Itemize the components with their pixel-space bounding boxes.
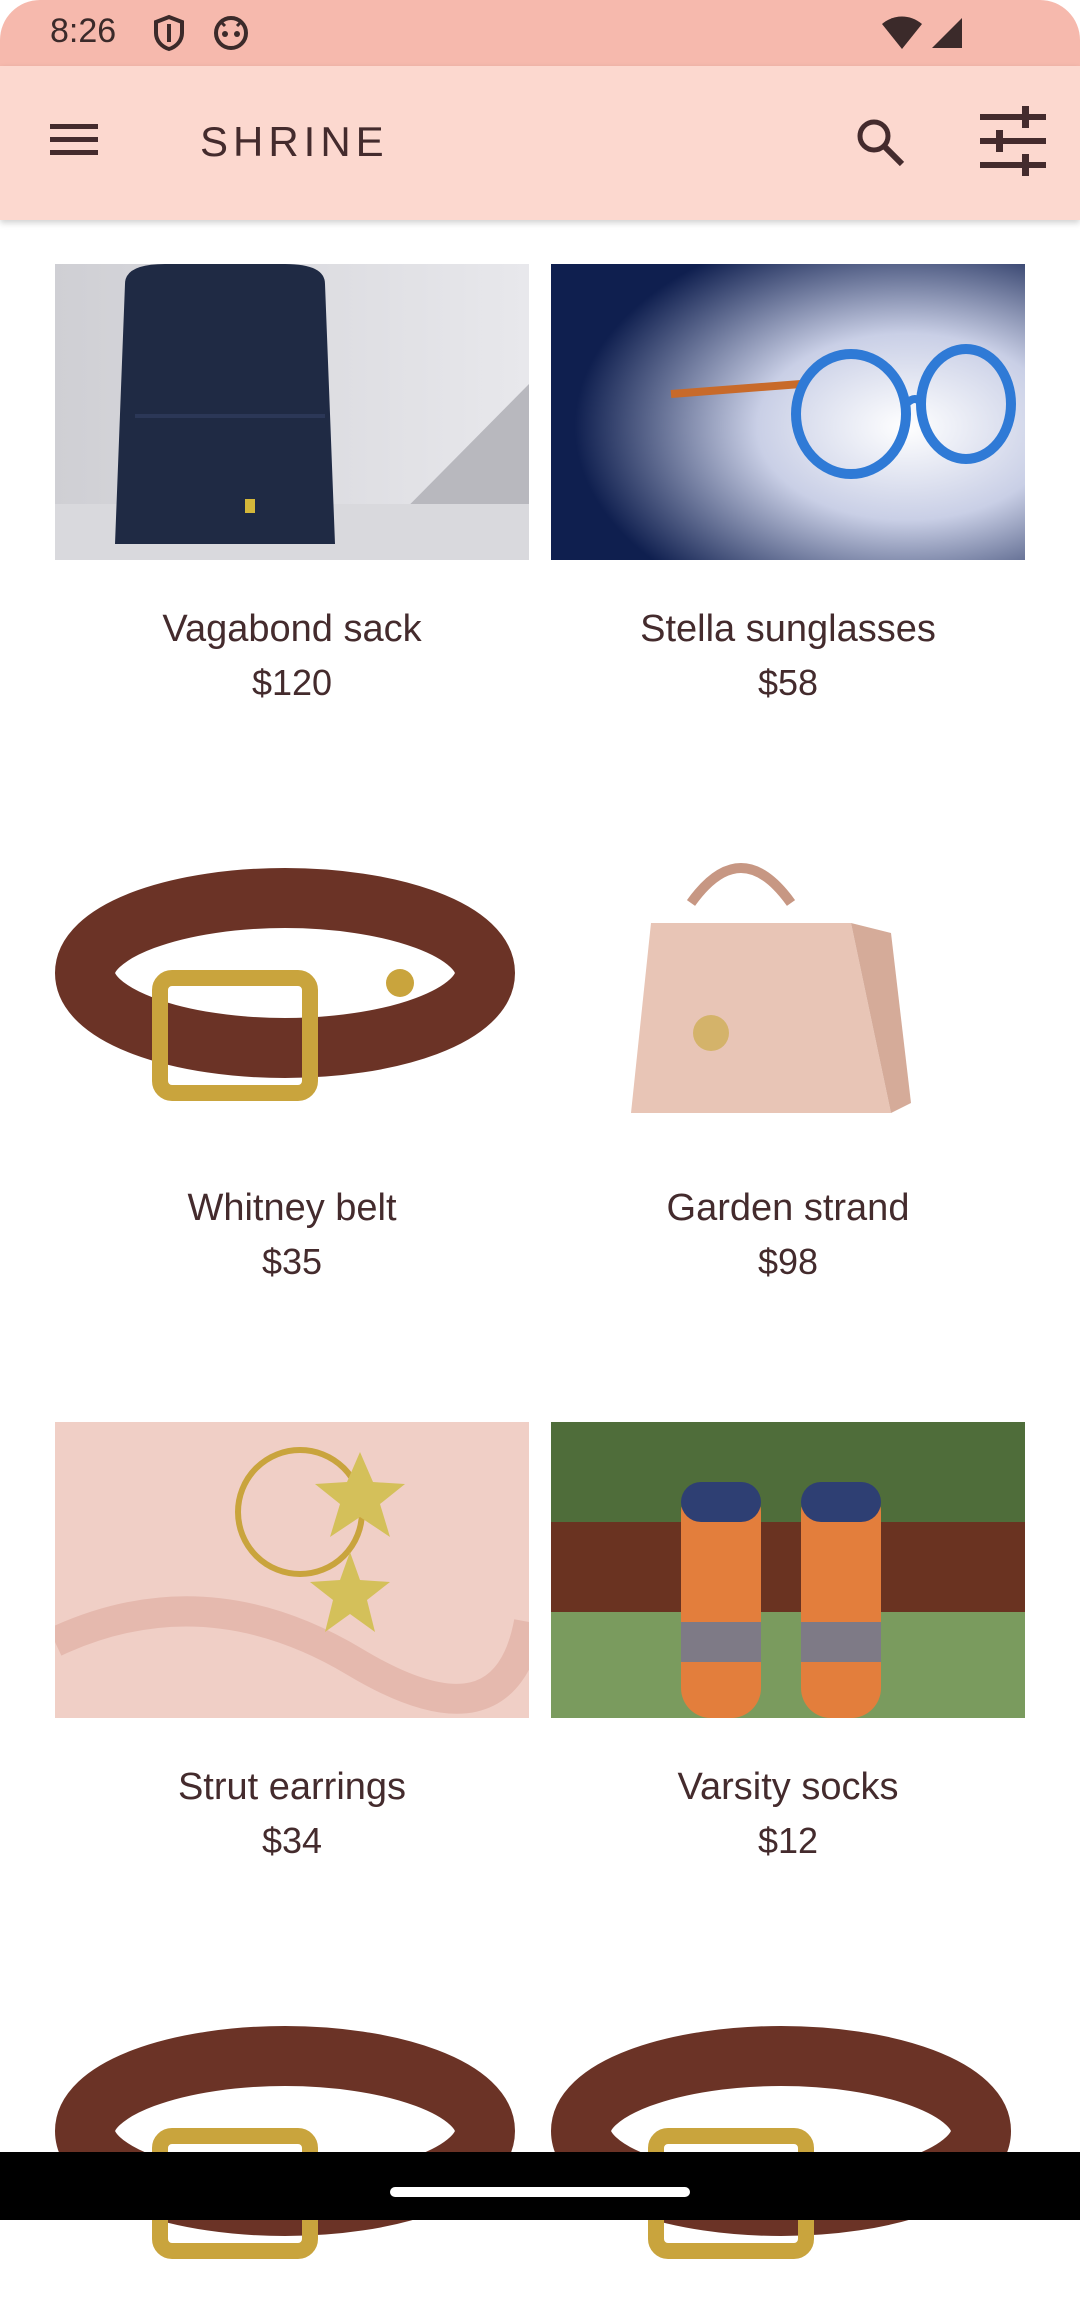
tune-icon bbox=[980, 106, 1046, 176]
shield-icon bbox=[152, 14, 186, 57]
product-name: Varsity socks bbox=[677, 1766, 899, 1808]
home-gesture-handle[interactable] bbox=[390, 2187, 690, 2197]
product-image-belt bbox=[551, 2001, 1025, 2297]
product-price: $12 bbox=[757, 1820, 819, 1861]
product-price: $58 bbox=[757, 662, 819, 703]
signal-icon bbox=[930, 16, 964, 55]
product-price: $34 bbox=[261, 1820, 323, 1861]
filter-button[interactable] bbox=[978, 106, 1048, 176]
product-image-earrings bbox=[55, 1422, 529, 1718]
product-price: $120 bbox=[251, 662, 333, 703]
product-name: Garden strand bbox=[666, 1187, 910, 1229]
status-bar: 8:26 bbox=[0, 0, 1080, 66]
product-image-belt bbox=[55, 2001, 529, 2297]
product-image-handbag bbox=[551, 843, 1025, 1139]
system-nav-bar bbox=[0, 2152, 1080, 2220]
menu-icon bbox=[50, 124, 98, 155]
product-name: Stella sunglasses bbox=[640, 608, 936, 650]
search-button[interactable] bbox=[852, 114, 908, 170]
product-name: Whitney belt bbox=[187, 1187, 397, 1229]
product-image-socks bbox=[551, 1422, 1025, 1718]
product-name: Vagabond sack bbox=[162, 608, 422, 650]
product-image-backpack bbox=[55, 264, 529, 560]
menu-button[interactable] bbox=[46, 120, 106, 168]
status-time: 8:26 bbox=[50, 12, 117, 50]
wifi-icon bbox=[880, 16, 924, 55]
top-app-bar: SHRINE bbox=[0, 66, 1080, 220]
product-price: $35 bbox=[261, 1241, 323, 1282]
product-price: $98 bbox=[757, 1241, 819, 1282]
product-image-belt bbox=[55, 843, 529, 1139]
product-name: Strut earrings bbox=[177, 1766, 407, 1808]
app-title: SHRINE bbox=[200, 118, 389, 165]
search-icon bbox=[857, 119, 905, 167]
product-image-glasses bbox=[551, 264, 1025, 560]
android-icon bbox=[212, 14, 250, 57]
